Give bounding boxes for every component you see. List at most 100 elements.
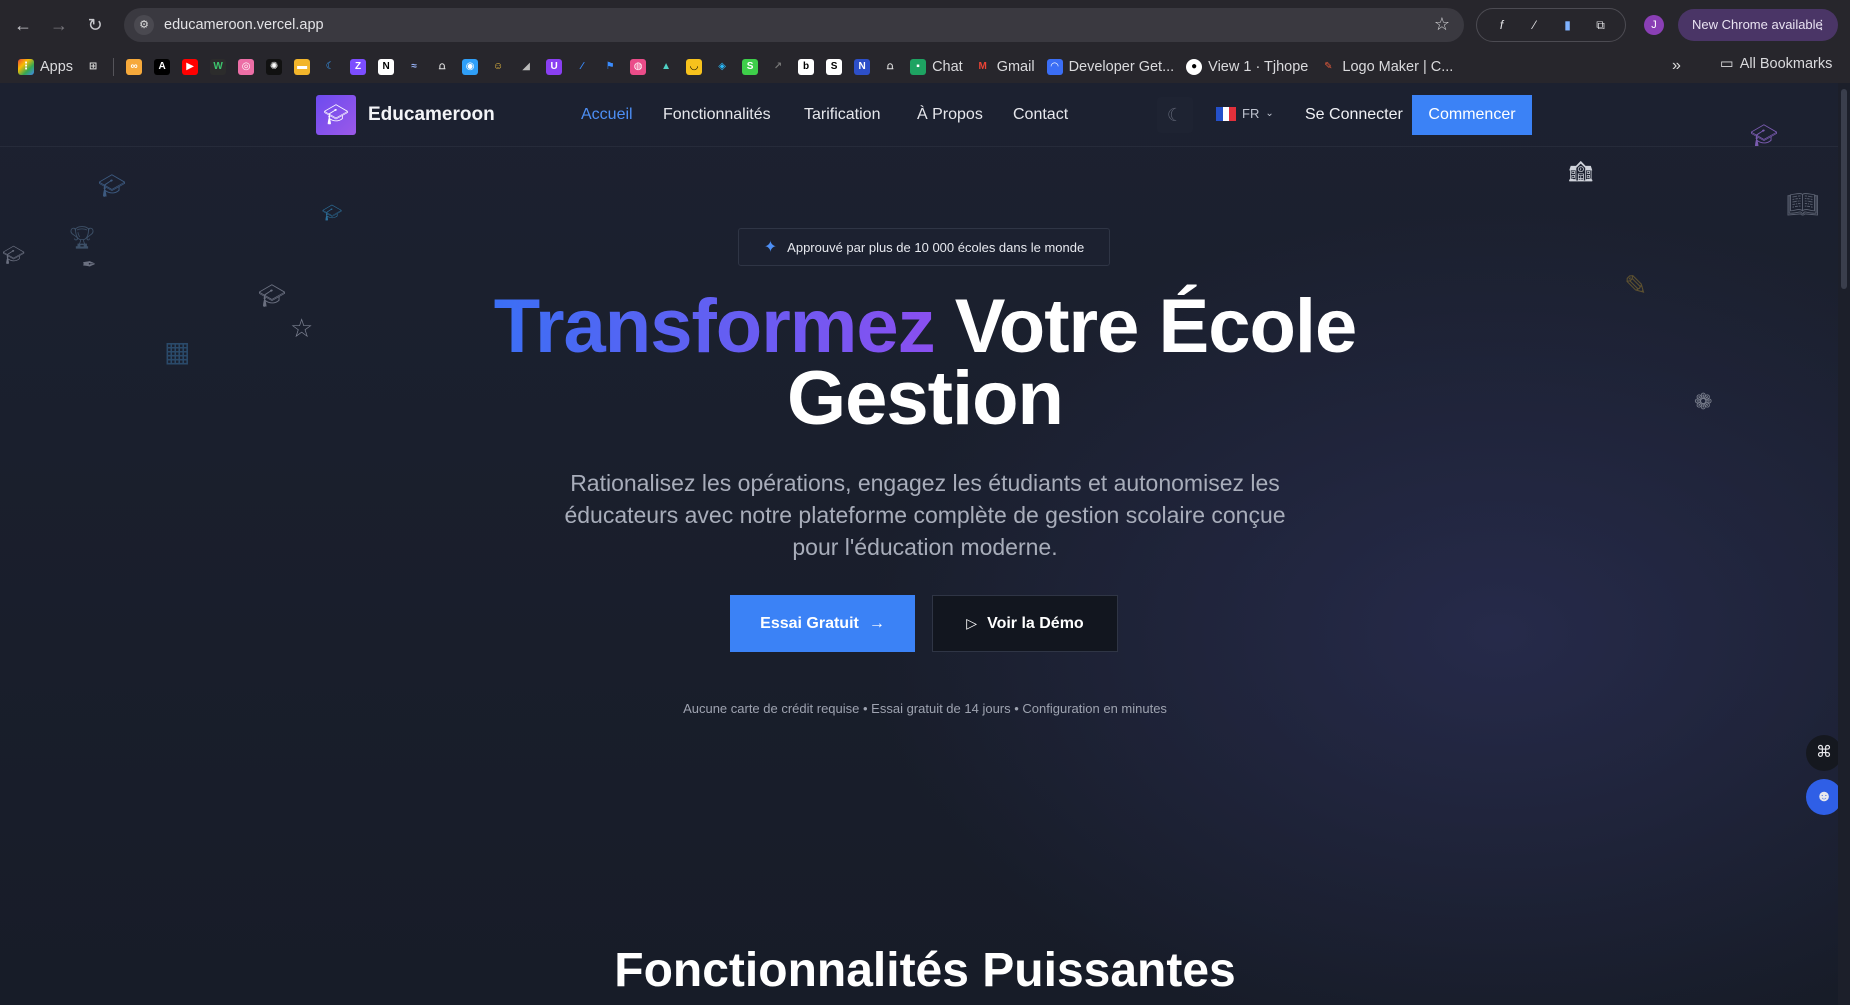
trust-badge: ✦ Approuvé par plus de 10 000 écoles dan… bbox=[738, 228, 1110, 266]
favicon-icon: ▲ bbox=[661, 60, 672, 72]
chat-icon: ▪ bbox=[910, 58, 927, 75]
bookmark-favicon-1[interactable]: ∞ bbox=[126, 58, 143, 75]
all-bookmarks-label: All Bookmarks bbox=[1739, 56, 1833, 72]
page-scrollbar[interactable] bbox=[1838, 83, 1850, 1005]
bookmark-favicon-18[interactable]: ◍ bbox=[630, 58, 647, 75]
language-selector[interactable]: FR ⌄ bbox=[1216, 106, 1274, 121]
bookmark-favicon-7[interactable]: ☾ bbox=[322, 59, 338, 75]
apps-grid-icon: ⋮ bbox=[18, 58, 34, 75]
bookmark-favicon-2[interactable]: A bbox=[154, 58, 171, 75]
favicon-icon: ⚑ bbox=[605, 60, 615, 72]
bookmark-favicon-20[interactable]: ◡ bbox=[686, 58, 703, 75]
bookmark-favicon-13[interactable]: ☺ bbox=[490, 59, 506, 75]
bookmark-apps[interactable]: ⋮ Apps bbox=[18, 58, 74, 75]
bookmark-favicon-15[interactable]: U bbox=[546, 58, 563, 75]
bookmark-favicon-6[interactable]: ▬ bbox=[294, 58, 311, 75]
nav-link-contact[interactable]: Contact bbox=[1013, 106, 1068, 124]
favicon-icon: b bbox=[798, 58, 815, 75]
favicon-icon: ⩍ bbox=[438, 60, 446, 72]
bookmark-github[interactable]: ● View 1 · Tjhope bbox=[1186, 58, 1309, 75]
favicon-icon: W bbox=[210, 58, 227, 75]
puzzle-extensions-icon[interactable]: ⧉ bbox=[1591, 15, 1611, 35]
developer-icon: ◠ bbox=[1046, 58, 1063, 75]
menu-dots-icon[interactable]: ⋮ bbox=[1815, 9, 1828, 41]
nav-link-tarification[interactable]: Tarification bbox=[804, 106, 880, 124]
bookmark-grid[interactable]: ⊞ bbox=[85, 59, 101, 75]
nav-link-accueil[interactable]: Accueil bbox=[581, 106, 633, 124]
picker-extension-icon[interactable]: ⁄ bbox=[1525, 15, 1545, 35]
apps-widget-icon[interactable]: ⌘ bbox=[1806, 735, 1842, 771]
forward-icon[interactable]: → bbox=[46, 12, 72, 38]
language-code: FR bbox=[1242, 106, 1260, 121]
bookmark-favicon-9[interactable]: N bbox=[378, 58, 395, 75]
favicon-icon: ◉ bbox=[462, 58, 479, 75]
reload-icon[interactable]: ↻ bbox=[82, 12, 108, 38]
watch-demo-button[interactable]: ▷ Voir la Démo bbox=[932, 595, 1118, 652]
hero-title-line2: Gestion bbox=[787, 356, 1064, 441]
bookmark-youtube[interactable]: ▶ bbox=[182, 58, 199, 75]
url-text[interactable]: educameroon.vercel.app bbox=[164, 17, 324, 33]
favicon-icon: ✺ bbox=[266, 58, 283, 75]
bookmark-logo-maker[interactable]: ✎ Logo Maker | C... bbox=[1320, 59, 1453, 75]
bookmark-label: Apps bbox=[40, 58, 74, 75]
bookmark-favicon-4[interactable]: ◎ bbox=[238, 58, 255, 75]
formula-extension-icon[interactable]: f bbox=[1492, 15, 1512, 35]
bookmark-favicon-21[interactable]: ◈ bbox=[714, 59, 730, 75]
bookmark-label: Developer Get... bbox=[1068, 58, 1175, 75]
watch-demo-label: Voir la Démo bbox=[987, 614, 1084, 632]
profile-avatar[interactable]: J bbox=[1644, 15, 1664, 35]
bookmark-gmail[interactable]: M Gmail bbox=[975, 59, 1035, 75]
bookmark-favicon-19[interactable]: ▲ bbox=[658, 59, 674, 75]
favicon-icon: ⩍ bbox=[886, 60, 894, 72]
all-bookmarks[interactable]: ▭ All Bookmarks bbox=[1720, 56, 1832, 72]
bookmark-star-icon[interactable]: ☆ bbox=[1434, 14, 1450, 35]
address-bar[interactable]: ⚙ educameroon.vercel.app ☆ bbox=[124, 8, 1464, 42]
trust-badge-text: Approuvé par plus de 10 000 écoles dans … bbox=[787, 239, 1085, 255]
site-header: 🎓︎ Educameroon Accueil Fonctionnalités T… bbox=[0, 83, 1838, 147]
nav-link-fonctionnalites[interactable]: Fonctionnalités bbox=[663, 106, 771, 124]
bookmark-favicon-25[interactable]: S bbox=[826, 58, 843, 75]
play-icon: ▷ bbox=[966, 615, 978, 631]
bookmark-favicon-23[interactable]: ↗ bbox=[770, 59, 786, 75]
chrome-update-button[interactable]: New Chrome available ⋮ bbox=[1678, 9, 1838, 41]
bookmark-favicon-22[interactable]: S bbox=[742, 58, 759, 75]
free-trial-button[interactable]: Essai Gratuit → bbox=[730, 595, 915, 652]
bookmark-favicon-24[interactable]: b bbox=[798, 58, 815, 75]
assistant-bot-icon[interactable]: ☻ bbox=[1806, 779, 1842, 815]
bookmark-favicon-26[interactable]: N bbox=[854, 58, 871, 75]
favicon-icon: A bbox=[154, 58, 171, 75]
bookmark-favicon-5[interactable]: ✺ bbox=[266, 58, 283, 75]
bookmark-favicon-3[interactable]: W bbox=[210, 58, 227, 75]
bookmark-label: View 1 · Tjhope bbox=[1208, 58, 1309, 75]
bookmark-favicon-12[interactable]: ◉ bbox=[462, 58, 479, 75]
get-started-button[interactable]: Commencer bbox=[1412, 95, 1532, 135]
bookmark-favicon-10[interactable]: ≈ bbox=[406, 59, 422, 75]
extensions-group: f ⁄ ▮ ⧉ bbox=[1476, 8, 1626, 42]
scrollbar-thumb[interactable] bbox=[1841, 89, 1847, 289]
bookmark-label: Logo Maker | C... bbox=[1342, 58, 1454, 75]
gmail-icon: M bbox=[978, 60, 987, 72]
bookmark-favicon-11[interactable]: ⩍ bbox=[434, 59, 450, 75]
bookmarks-bar: ⋮ Apps ⊞ ∞ A ▶ W ◎ ✺ ▬ ☾ Z N ≈ ⩍ ◉ ☺ ◢ U … bbox=[0, 50, 1850, 83]
nav-link-a-propos[interactable]: À Propos bbox=[917, 106, 983, 124]
more-bookmarks-icon[interactable]: » bbox=[1672, 57, 1681, 75]
clipboard-extension-icon[interactable]: ▮ bbox=[1558, 15, 1578, 35]
bookmark-developer[interactable]: ◠ Developer Get... bbox=[1046, 58, 1175, 75]
chevron-down-icon: ⌄ bbox=[1265, 108, 1274, 119]
logo-graduation-cap-icon[interactable]: 🎓︎ bbox=[316, 95, 356, 135]
theme-toggle-moon-icon[interactable]: ☾ bbox=[1157, 97, 1193, 133]
update-label: New Chrome available bbox=[1692, 17, 1823, 32]
back-icon[interactable]: ← bbox=[10, 12, 36, 38]
trophy-icon: 🏆︎ bbox=[68, 225, 96, 250]
bookmark-favicon-16[interactable]: ∕ bbox=[574, 59, 590, 75]
grid-icon: ⊞ bbox=[88, 60, 98, 72]
login-link[interactable]: Se Connecter bbox=[1305, 106, 1403, 124]
bookmark-favicon-27[interactable]: ⩍ bbox=[882, 59, 898, 75]
brand-name[interactable]: Educameroon bbox=[368, 104, 495, 126]
bookmark-favicon-14[interactable]: ◢ bbox=[518, 59, 534, 75]
site-info-icon[interactable]: ⚙ bbox=[134, 15, 154, 35]
bookmark-favicon-17[interactable]: ⚑ bbox=[602, 59, 618, 75]
bookmark-chat[interactable]: ▪ Chat bbox=[910, 58, 963, 75]
bookmark-favicon-8[interactable]: Z bbox=[350, 58, 367, 75]
favicon-icon: N bbox=[854, 58, 871, 75]
